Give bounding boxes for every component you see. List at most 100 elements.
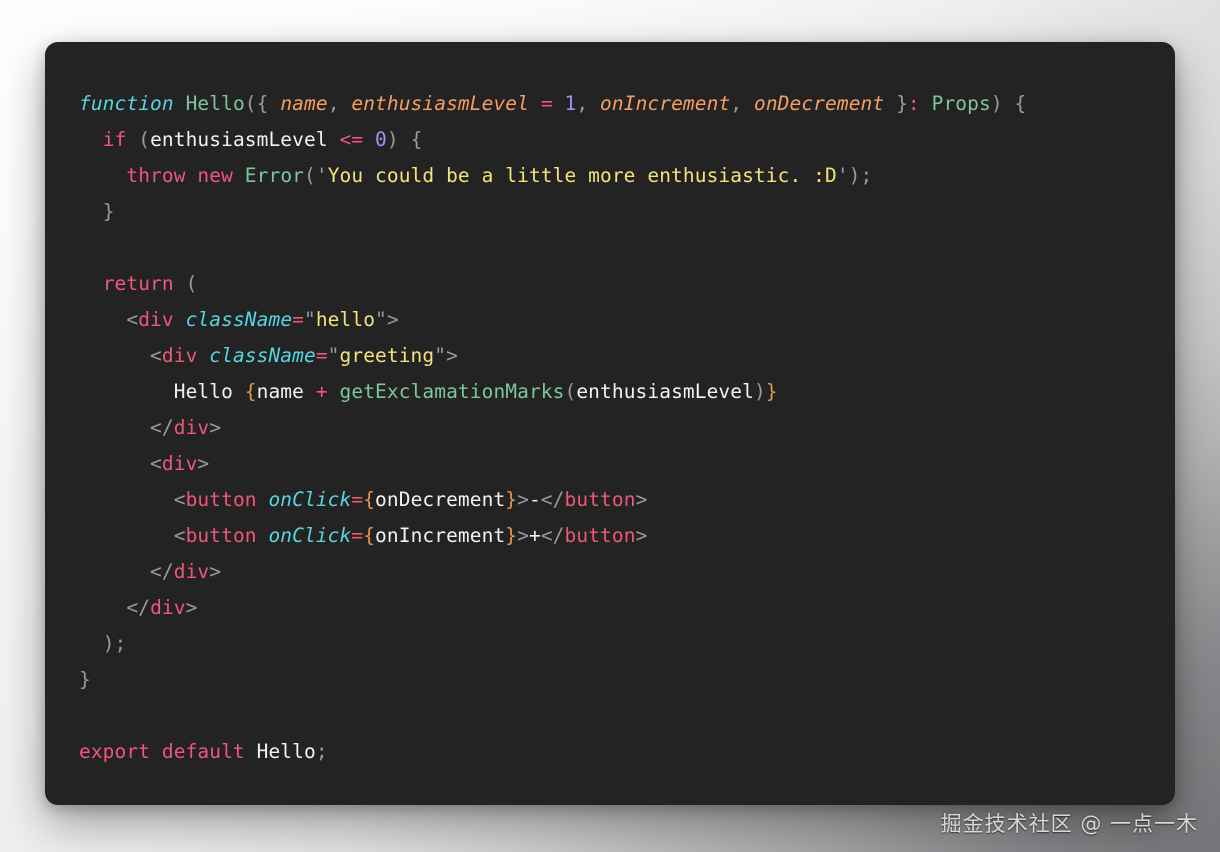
code-token: ( xyxy=(185,272,198,295)
code-token: 1 xyxy=(564,92,577,115)
code-token: ( xyxy=(138,128,151,151)
code-token: " xyxy=(304,308,316,331)
code-token: onDecrement xyxy=(375,488,506,511)
code-block[interactable]: function Hello({ name, enthusiasmLevel =… xyxy=(45,42,1026,770)
code-token: onIncrement xyxy=(375,524,506,547)
code-token: > xyxy=(185,596,198,619)
code-token: ) xyxy=(102,632,115,655)
code-token: > xyxy=(209,416,222,439)
code-token: > xyxy=(197,452,210,475)
code-token: name xyxy=(256,380,304,403)
code-token: > xyxy=(635,524,648,547)
code-token: className xyxy=(185,308,293,331)
code-token: > xyxy=(446,344,458,367)
code-token: = xyxy=(351,524,364,547)
code-token: ) xyxy=(753,380,766,403)
code-token: onDecrement xyxy=(753,92,885,115)
code-snippet-card: function Hello({ name, enthusiasmLevel =… xyxy=(45,42,1175,805)
code-token: { xyxy=(1014,92,1027,115)
code-token: , xyxy=(576,92,589,115)
code-line: function Hello({ name, enthusiasmLevel =… xyxy=(79,86,1026,122)
code-token: = xyxy=(292,308,304,331)
code-token: } xyxy=(505,524,518,547)
code-token: enthusiasmLevel xyxy=(576,380,754,403)
code-token: button xyxy=(564,524,636,547)
code-line: <div className="hello"> xyxy=(79,302,1026,338)
watermark-text: 掘金技术社区 @ 一点一木 xyxy=(940,812,1198,836)
code-token: Hello xyxy=(173,380,245,403)
code-token: } xyxy=(102,200,115,223)
code-token: div xyxy=(150,596,186,619)
code-token: Hello xyxy=(185,92,245,115)
code-token: div xyxy=(173,416,210,439)
code-token: div xyxy=(173,560,210,583)
code-token: } xyxy=(896,92,908,115)
code-token: button xyxy=(185,524,257,547)
code-token: button xyxy=(564,488,636,511)
code-token: = xyxy=(351,488,364,511)
code-token: ) xyxy=(386,128,399,151)
code-token: greeting xyxy=(339,344,435,367)
code-line: ​ xyxy=(79,698,1026,734)
code-token: : xyxy=(907,92,920,115)
code-token: export xyxy=(79,740,151,763)
code-line: </div> xyxy=(79,590,1026,626)
code-token: onIncrement xyxy=(600,92,731,115)
code-token: > xyxy=(386,308,399,331)
code-token: onClick xyxy=(268,524,352,547)
code-line: <div className="greeting"> xyxy=(79,338,1026,374)
code-token: </ xyxy=(150,416,174,439)
code-token: div xyxy=(138,308,174,331)
code-token: ) xyxy=(848,164,861,187)
code-line: ); xyxy=(79,626,1026,662)
code-token: <= xyxy=(339,128,364,151)
code-token: Hello xyxy=(256,740,316,763)
code-token: hello xyxy=(315,308,376,331)
code-token: div xyxy=(161,344,198,367)
code-line: throw new Error('You could be a little m… xyxy=(79,158,1026,194)
code-token: , xyxy=(730,92,743,115)
code-token: > xyxy=(517,524,529,547)
code-token: " xyxy=(375,308,387,331)
code-token: { xyxy=(363,488,376,511)
code-token: + xyxy=(528,524,541,547)
code-token: ( xyxy=(244,92,257,115)
code-token: } xyxy=(79,668,91,691)
code-token: className xyxy=(209,344,316,367)
code-line: </div> xyxy=(79,554,1026,590)
code-token: } xyxy=(505,488,518,511)
code-token: < xyxy=(173,524,186,547)
code-token: - xyxy=(528,488,541,511)
code-token: , xyxy=(327,92,340,115)
code-token: > xyxy=(635,488,648,511)
code-token: ; xyxy=(114,632,127,655)
